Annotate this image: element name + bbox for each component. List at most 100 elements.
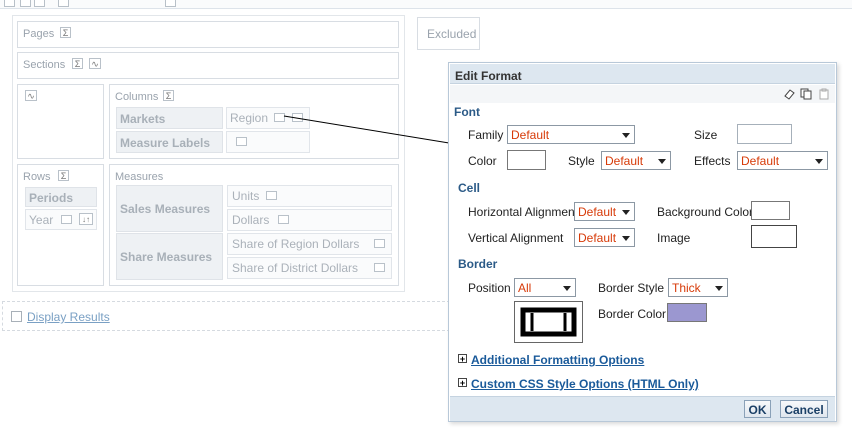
- expand-plus-icon[interactable]: +: [458, 378, 467, 388]
- border-style-label: Border Style: [598, 281, 665, 295]
- rows-label: Rows: [23, 171, 51, 183]
- top-toolbar: [0, 0, 852, 9]
- paste-format-icon[interactable]: [818, 88, 830, 100]
- properties-icon[interactable]: [61, 215, 72, 224]
- background-color-label: Background Color: [657, 205, 754, 219]
- share-region-dollars-column[interactable]: Share of Region Dollars: [227, 233, 392, 255]
- sections-label: Sections: [23, 59, 66, 71]
- font-family-select[interactable]: Default: [507, 125, 635, 144]
- font-color-swatch[interactable]: [507, 150, 546, 170]
- dollars-label: Dollars: [232, 213, 270, 227]
- position-label: Position: [468, 281, 511, 295]
- properties-icon[interactable]: [374, 239, 385, 248]
- font-style-select[interactable]: Default: [601, 151, 671, 170]
- periods-header[interactable]: Periods: [25, 187, 97, 207]
- chevron-down-icon: [563, 286, 571, 291]
- measure-labels-header[interactable]: Measure Labels: [116, 131, 223, 153]
- units-column[interactable]: Units: [227, 185, 392, 207]
- measure-labels-cell[interactable]: [226, 131, 310, 153]
- image-label: Image: [657, 231, 691, 245]
- border-position-select[interactable]: All: [514, 278, 576, 297]
- chevron-down-icon: [815, 159, 823, 164]
- horizontal-alignment-value: Default: [578, 205, 617, 219]
- chevron-down-icon: [715, 286, 723, 291]
- units-label: Units: [232, 189, 260, 203]
- sigma-icon[interactable]: Σ: [72, 58, 83, 69]
- sections-drop-target[interactable]: Sections Σ ∿: [17, 52, 399, 79]
- font-size-input[interactable]: [737, 124, 792, 144]
- clear-format-icon[interactable]: [783, 88, 795, 100]
- font-heading: Font: [454, 105, 480, 119]
- region-label: Region: [230, 111, 269, 125]
- ok-button[interactable]: OK: [744, 400, 771, 418]
- style-label: Style: [568, 154, 595, 168]
- dollars-column[interactable]: Dollars: [227, 209, 392, 231]
- display-results-checkbox[interactable]: [11, 311, 22, 322]
- border-style-select[interactable]: Thick: [668, 278, 728, 297]
- font-family-value: Default: [511, 128, 550, 142]
- font-effects-select[interactable]: Default: [737, 151, 828, 170]
- sales-measures-header[interactable]: Sales Measures: [116, 185, 223, 232]
- sort-icon[interactable]: ↓↑: [79, 213, 93, 225]
- measures-label: Measures: [115, 171, 164, 183]
- pages-drop-target[interactable]: Pages Σ: [17, 21, 399, 48]
- properties-icon[interactable]: [374, 263, 385, 272]
- image-picker[interactable]: [751, 225, 797, 248]
- region-column[interactable]: Region: [226, 107, 310, 129]
- edit-format-dialog: Edit Format Font Family Default Size Col…: [448, 62, 837, 422]
- toolbar-icon-1[interactable]: [4, 0, 15, 7]
- chevron-down-icon: [622, 210, 630, 215]
- year-column[interactable]: Year ↓↑: [25, 209, 97, 230]
- toolbar-icon-2[interactable]: [20, 0, 31, 7]
- chevron-down-icon: [622, 236, 630, 241]
- cell-heading: Cell: [458, 181, 481, 195]
- cancel-button[interactable]: Cancel: [780, 400, 828, 418]
- excluded-drop-target[interactable]: Excluded: [417, 17, 480, 50]
- border-color-swatch[interactable]: [667, 303, 707, 322]
- copy-format-icon[interactable]: [800, 88, 812, 100]
- vertical-alignment-select[interactable]: Default: [574, 228, 635, 247]
- dialog-toolbar: [450, 85, 835, 103]
- share-district-dollars-column[interactable]: Share of District Dollars: [227, 257, 392, 279]
- sigma-icon[interactable]: Σ: [60, 27, 71, 38]
- sigma-icon[interactable]: Σ: [163, 90, 174, 101]
- expand-plus-icon[interactable]: +: [458, 354, 467, 364]
- toolbar-icon-3[interactable]: [34, 0, 45, 7]
- pages-label: Pages: [23, 28, 55, 40]
- vertical-alignment-value: Default: [578, 231, 617, 245]
- font-effects-value: Default: [741, 154, 780, 168]
- dialog-footer: OK Cancel: [450, 396, 835, 421]
- border-position-preview-icon: [520, 307, 577, 337]
- horizontal-alignment-select[interactable]: Default: [574, 202, 635, 221]
- properties-icon[interactable]: [266, 191, 277, 200]
- markets-header[interactable]: Markets: [116, 107, 223, 129]
- additional-formatting-options-link[interactable]: Additional Formatting Options: [471, 353, 644, 367]
- border-position-value: All: [518, 281, 532, 295]
- row-section-drop-target[interactable]: ∿: [17, 84, 104, 159]
- toolbar-icon-4[interactable]: [58, 0, 69, 7]
- border-color-label: Border Color: [598, 307, 667, 321]
- share-measures-header[interactable]: Share Measures: [116, 233, 223, 280]
- chart-wave-icon[interactable]: ∿: [25, 90, 37, 101]
- horizontal-alignment-label: Horizontal Alignment: [468, 205, 579, 219]
- columns-label: Columns: [115, 91, 159, 103]
- properties-icon[interactable]: [278, 215, 289, 224]
- properties-icon[interactable]: [274, 113, 285, 122]
- chevron-down-icon: [658, 159, 666, 164]
- color-label: Color: [468, 154, 497, 168]
- chevron-down-icon: [622, 133, 630, 138]
- format-icon[interactable]: [292, 113, 303, 122]
- vertical-alignment-label: Vertical Alignment: [468, 231, 564, 245]
- border-style-value: Thick: [672, 281, 701, 295]
- properties-icon[interactable]: [236, 137, 247, 146]
- custom-css-style-options-link[interactable]: Custom CSS Style Options (HTML Only): [471, 377, 699, 391]
- share-region-dollars-label: Share of Region Dollars: [232, 237, 360, 251]
- family-label: Family: [468, 128, 504, 142]
- chart-wave-icon[interactable]: ∿: [89, 58, 101, 69]
- display-results-link[interactable]: Display Results: [27, 310, 110, 324]
- sigma-icon[interactable]: Σ: [58, 170, 69, 181]
- year-label: Year: [29, 213, 54, 227]
- border-preview[interactable]: [514, 301, 583, 343]
- background-color-swatch[interactable]: [751, 201, 790, 220]
- toolbar-icon-5[interactable]: [165, 0, 176, 7]
